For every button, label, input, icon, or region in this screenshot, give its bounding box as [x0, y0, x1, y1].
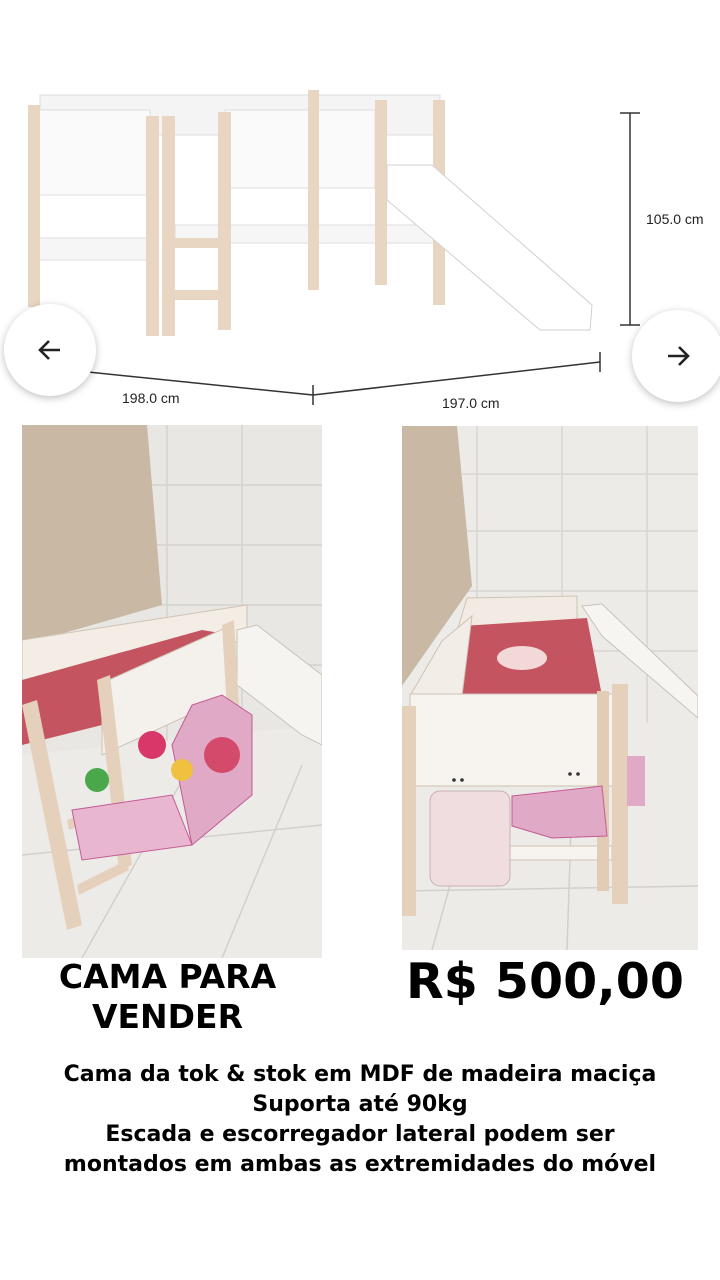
description: Cama da tok & stok em MDF de madeira mac… [0, 1060, 720, 1180]
width-right-dimension-label: 197.0 cm [442, 395, 500, 411]
next-image-button[interactable] [632, 310, 720, 402]
product-diagram: 105.0 cm 198.0 cm 197.0 cm [0, 0, 720, 420]
headline-line-1: CAMA PARA [58, 957, 277, 996]
price-label: R$ 500,00 [406, 953, 684, 1010]
headline-line-2: VENDER [91, 996, 244, 1036]
headline: CAMA PARA VENDER [30, 957, 305, 1036]
description-line-4: montados em ambas as extremidades do móv… [63, 1152, 657, 1177]
previous-image-button[interactable] [4, 304, 96, 396]
loft-bed-illustration [28, 90, 640, 405]
description-line-3: Escada e escorregador lateral podem ser [105, 1122, 615, 1147]
width-left-dimension-label: 198.0 cm [122, 390, 180, 406]
height-dimension-label: 105.0 cm [646, 211, 704, 227]
description-line-1: Cama da tok & stok em MDF de madeira mac… [63, 1062, 657, 1087]
description-line-2: Suporta até 90kg [252, 1092, 468, 1117]
bed-photo-right [402, 426, 698, 950]
arrow-right-icon [668, 346, 690, 366]
bed-photo-left [22, 425, 322, 958]
arrow-left-icon [38, 340, 60, 360]
